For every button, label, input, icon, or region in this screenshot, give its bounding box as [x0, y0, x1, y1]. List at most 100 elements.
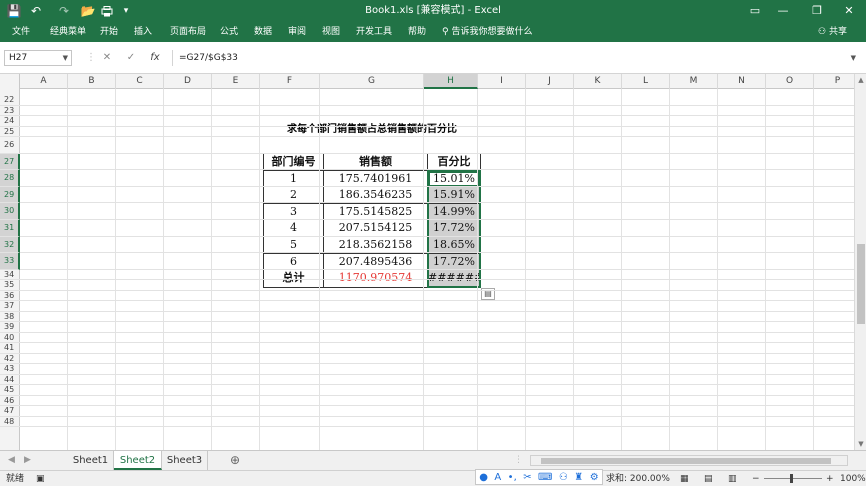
zoom-slider[interactable]	[764, 471, 822, 486]
open-icon[interactable]: 📂	[80, 3, 96, 19]
row-header-30[interactable]: 30	[0, 203, 20, 220]
save-icon[interactable]: 💾	[6, 3, 22, 19]
tab-home[interactable]: 开始	[100, 22, 118, 42]
enter-icon[interactable]: ✓	[124, 50, 138, 66]
ime-keyboard-icon[interactable]: ⌨	[538, 472, 552, 483]
scroll-down-icon[interactable]: ▼	[855, 438, 866, 450]
row-header-41[interactable]: 41	[0, 343, 20, 354]
header-cell[interactable]: 部门编号	[264, 154, 324, 171]
column-header-b[interactable]: B	[68, 74, 116, 89]
row-header-24[interactable]: 24	[0, 116, 20, 127]
row-header-33[interactable]: 33	[0, 253, 20, 270]
minimize-button[interactable]: —	[766, 0, 800, 22]
dept-id-cell[interactable]: 2	[264, 187, 324, 204]
cancel-icon[interactable]: ✕	[100, 50, 114, 66]
column-header-f[interactable]: F	[260, 74, 320, 89]
ime-language-icon[interactable]: A	[494, 472, 501, 483]
column-header-c[interactable]: C	[116, 74, 164, 89]
page-break-view-icon[interactable]: ▥	[728, 471, 737, 486]
row-header-25[interactable]: 25	[0, 127, 20, 137]
undo-icon[interactable]: ↶	[28, 3, 44, 19]
percent-cell[interactable]: 15.01%	[428, 170, 480, 188]
redo-icon[interactable]: ↷	[56, 3, 72, 19]
row-header-39[interactable]: 39	[0, 322, 20, 333]
expand-formula-icon[interactable]: ▼	[851, 50, 856, 66]
row-header-27[interactable]: 27	[0, 153, 20, 171]
row-header-45[interactable]: 45	[0, 385, 20, 396]
sheet-tab-sheet3[interactable]: Sheet3	[162, 451, 208, 470]
normal-view-icon[interactable]: ▦	[680, 471, 689, 486]
column-header-m[interactable]: M	[670, 74, 718, 89]
next-sheet-icon[interactable]: ▶	[24, 451, 31, 470]
vertical-scrollbar[interactable]: ▲ ▼	[854, 74, 866, 450]
close-button[interactable]: ✕	[832, 0, 866, 22]
scroll-up-icon[interactable]: ▲	[855, 74, 866, 86]
row-header-47[interactable]: 47	[0, 406, 20, 417]
dept-id-cell[interactable]: 3	[264, 203, 324, 221]
insert-function-icon[interactable]: fx	[148, 50, 162, 66]
tab-page-layout[interactable]: 页面布局	[170, 22, 206, 42]
row-header-36[interactable]: 36	[0, 291, 20, 302]
dept-id-cell[interactable]: 5	[264, 237, 324, 254]
tab-review[interactable]: 审阅	[288, 22, 306, 42]
ime-skin-icon[interactable]: ♜	[574, 472, 583, 483]
ime-logo-icon[interactable]: ●	[479, 472, 488, 483]
percent-cell[interactable]: 17.72%	[428, 220, 480, 237]
zoom-level[interactable]: 100%	[840, 471, 866, 486]
zoom-in-icon[interactable]: +	[826, 471, 834, 486]
row-header-44[interactable]: 44	[0, 375, 20, 386]
dept-id-cell[interactable]: 4	[264, 220, 324, 237]
header-cell[interactable]: 销售额	[324, 154, 428, 171]
row-header-48[interactable]: 48	[0, 417, 20, 428]
vertical-scroll-thumb[interactable]	[857, 244, 865, 324]
cell-area[interactable]: 求每个部门销售额占总销售额的百分比 部门编号 销售额 百分比 1 175.7401961…	[20, 89, 854, 450]
ime-settings-icon[interactable]: ⚙	[590, 472, 599, 483]
name-box[interactable]: H27 ▼	[4, 50, 72, 66]
tab-view[interactable]: 视图	[322, 22, 340, 42]
header-cell[interactable]: 百分比	[428, 154, 480, 171]
sheet-tab-sheet1[interactable]: Sheet1	[68, 451, 114, 470]
sheet-tab-sheet2[interactable]: Sheet2	[114, 451, 162, 470]
column-header-i[interactable]: I	[478, 74, 526, 89]
row-header-43[interactable]: 43	[0, 364, 20, 375]
page-layout-view-icon[interactable]: ▤	[704, 471, 713, 486]
column-header-j[interactable]: J	[526, 74, 574, 89]
ime-punctuation-icon[interactable]: •,	[508, 472, 517, 483]
dept-id-cell[interactable]: 6	[264, 253, 324, 271]
sales-cell[interactable]: 218.3562158	[324, 237, 428, 254]
row-header-40[interactable]: 40	[0, 333, 20, 344]
tab-formulas[interactable]: 公式	[220, 22, 238, 42]
sales-cell[interactable]: 207.4895436	[324, 253, 428, 271]
row-header-46[interactable]: 46	[0, 396, 20, 407]
column-header-d[interactable]: D	[164, 74, 212, 89]
prev-sheet-icon[interactable]: ◀	[8, 451, 15, 470]
sales-cell[interactable]: 207.5154125	[324, 220, 428, 237]
column-header-h[interactable]: H	[424, 74, 478, 89]
horizontal-scrollbar[interactable]	[530, 455, 848, 466]
row-header-37[interactable]: 37	[0, 301, 20, 312]
column-header-g[interactable]: G	[320, 74, 424, 89]
select-all-corner[interactable]	[0, 74, 20, 89]
restore-button[interactable]: ❐	[800, 0, 834, 22]
dept-id-cell[interactable]: 1	[264, 170, 324, 188]
horizontal-scroll-thumb[interactable]	[541, 458, 831, 464]
split-handle-icon[interactable]: ⋮	[514, 451, 523, 470]
add-sheet-icon[interactable]: ⊕	[230, 451, 240, 470]
tab-data[interactable]: 数据	[254, 22, 272, 42]
table-title[interactable]: 求每个部门销售额占总销售额的百分比	[263, 120, 481, 135]
sales-cell[interactable]: 175.7401961	[324, 170, 428, 188]
zoom-out-icon[interactable]: −	[752, 471, 760, 486]
column-header-l[interactable]: L	[622, 74, 670, 89]
row-header-29[interactable]: 29	[0, 186, 20, 204]
column-header-a[interactable]: A	[20, 74, 68, 89]
ime-scissors-icon[interactable]: ✂	[523, 472, 531, 483]
tab-developer[interactable]: 开发工具	[356, 22, 392, 42]
row-header-31[interactable]: 31	[0, 220, 20, 237]
row-header-34[interactable]: 34	[0, 270, 20, 281]
print-preview-icon[interactable]	[100, 3, 114, 19]
row-header-28[interactable]: 28	[0, 170, 20, 187]
row-header-23[interactable]: 23	[0, 106, 20, 116]
column-header-e[interactable]: E	[212, 74, 260, 89]
macro-record-icon[interactable]: ▣	[36, 471, 45, 486]
tab-classic-menu[interactable]: 经典菜单	[50, 22, 86, 42]
